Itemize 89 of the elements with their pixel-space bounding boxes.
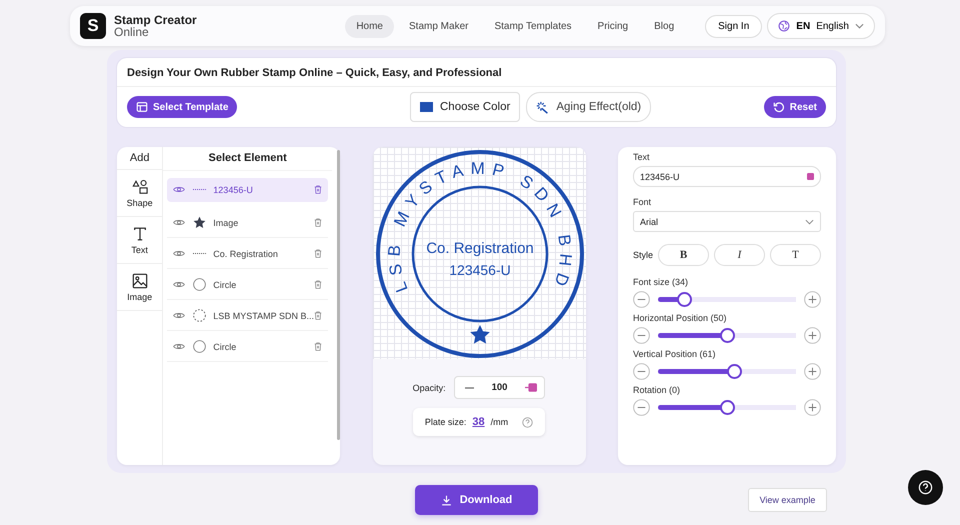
brand-subtitle: Online [114, 26, 149, 38]
view-example-button[interactable]: View example [748, 488, 827, 512]
trash-icon[interactable] [314, 342, 322, 351]
trash-icon[interactable] [314, 218, 322, 227]
slider-label: Vertical Position (61) [633, 349, 717, 359]
slider-label: Horizontal Position (50) [633, 313, 728, 323]
language-selector[interactable]: EN English [767, 13, 875, 39]
nav-link[interactable]: Blog [643, 14, 686, 38]
add-element-button[interactable]: Shape [117, 170, 162, 217]
trash-icon[interactable] [314, 185, 322, 194]
add-heading: Add [117, 147, 162, 170]
element-row[interactable]: 123456-U [167, 178, 328, 202]
slider-knob-icon[interactable] [525, 382, 538, 393]
minus-button[interactable] [633, 399, 650, 416]
text-input[interactable]: 123456-U [633, 166, 821, 187]
plus-button[interactable] [804, 363, 821, 380]
caret-icon [855, 23, 864, 29]
style-button[interactable]: T [770, 244, 822, 266]
eye-icon[interactable] [173, 311, 186, 320]
aging-effect-button[interactable]: Aging Effect(old) [526, 92, 652, 122]
opacity-label: Opacity: [412, 382, 446, 392]
help-icon[interactable] [522, 416, 534, 428]
plus-button[interactable] [804, 291, 821, 308]
sign-in-button[interactable]: Sign In [705, 14, 762, 38]
trash-icon[interactable] [314, 249, 322, 258]
plus-button[interactable] [804, 327, 821, 344]
opacity-field[interactable]: 100 [454, 376, 546, 399]
text-icon [132, 226, 148, 242]
slider-thumb[interactable] [726, 364, 742, 379]
reset-icon [772, 101, 785, 113]
circle-icon [193, 340, 206, 353]
slider-thumb[interactable] [720, 400, 735, 415]
slider-thumb[interactable] [720, 328, 735, 343]
plus-button[interactable] [804, 399, 821, 416]
style-label: Style [633, 250, 654, 260]
plate-size-value[interactable]: 38 [472, 416, 485, 428]
logo-icon[interactable]: S [80, 13, 106, 39]
minus-icon[interactable] [464, 386, 474, 388]
add-element-button[interactable]: Text [117, 217, 162, 264]
circle-icon [193, 278, 206, 291]
trash-icon[interactable] [314, 311, 322, 320]
nav-link[interactable]: Stamp Maker [398, 14, 480, 38]
choose-color-button[interactable]: Choose Color [410, 92, 520, 122]
page-title: Design Your Own Rubber Stamp Online – Quick, Easy, and Professional [117, 58, 836, 87]
template-icon [136, 101, 148, 113]
style-button[interactable]: B [658, 244, 710, 266]
add-element-button[interactable]: Image [117, 264, 162, 311]
reset-button[interactable]: Reset [764, 96, 826, 118]
shapes-icon [132, 179, 148, 195]
help-button[interactable] [908, 470, 943, 505]
dashed-circle-icon [193, 309, 206, 322]
element-row[interactable]: Circle [167, 270, 328, 300]
download-button[interactable]: Download [415, 485, 538, 515]
brand-name: Stamp Creator [114, 14, 197, 26]
plate-size-label: Plate size: [424, 417, 466, 427]
minus-button[interactable] [633, 291, 650, 308]
nav-link[interactable]: Pricing [586, 14, 640, 38]
slider-thumb[interactable] [677, 292, 692, 307]
select-element-heading: Select Element [163, 147, 332, 171]
select-template-button[interactable]: Select Template [127, 96, 238, 118]
element-row[interactable]: Image [167, 208, 328, 238]
element-row[interactable]: LSB MYSTAMP SDN B... [167, 301, 328, 331]
slider-label: Rotation (0) [633, 385, 682, 395]
eye-icon[interactable] [173, 185, 186, 194]
image-icon [132, 273, 148, 289]
element-row[interactable]: Circle [167, 332, 328, 362]
eye-icon[interactable] [173, 249, 186, 258]
element-row[interactable]: Co. Registration [167, 239, 328, 269]
eye-icon[interactable] [173, 342, 186, 351]
nav-link[interactable]: Home [345, 14, 394, 38]
color-square-icon[interactable] [807, 173, 814, 180]
nav-link[interactable]: Stamp Templates [483, 14, 583, 38]
globe-icon [778, 20, 790, 32]
magic-wand-icon [536, 100, 550, 114]
unit-label: /mm [490, 417, 508, 427]
slider-label: Font size (34) [633, 277, 690, 287]
chevron-down-icon [805, 218, 814, 224]
text-label: Text [633, 152, 651, 162]
style-button[interactable]: I [714, 244, 766, 266]
font-select[interactable]: Arial [633, 211, 821, 232]
minus-button[interactable] [633, 327, 650, 344]
eye-icon[interactable] [173, 218, 186, 227]
help-icon [918, 480, 933, 495]
download-icon [440, 494, 452, 506]
eye-icon[interactable] [173, 280, 186, 289]
minus-button[interactable] [633, 363, 650, 380]
trash-icon[interactable] [314, 280, 322, 289]
font-label: Font [633, 197, 652, 207]
star-icon [193, 216, 206, 229]
